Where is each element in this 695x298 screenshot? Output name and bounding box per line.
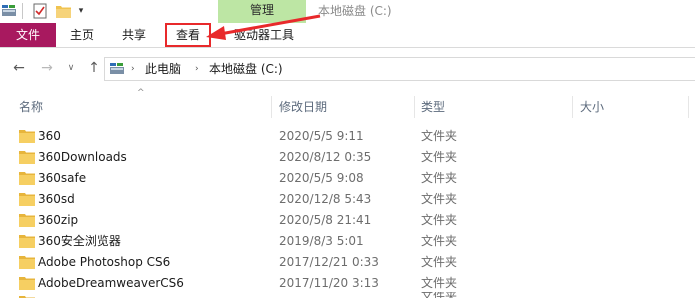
window-title: 本地磁盘 (C:)	[318, 4, 392, 18]
sort-ascending-icon: ^	[137, 88, 145, 98]
tab-share[interactable]: 共享	[112, 23, 156, 47]
file-type: 文件夹	[421, 150, 458, 164]
back-arrow-icon[interactable]: ←	[11, 60, 27, 76]
new-folder-icon[interactable]	[56, 4, 71, 18]
folder-icon	[19, 193, 35, 206]
up-arrow-icon[interactable]: ↑	[86, 60, 102, 76]
file-date: 2017/12/21 0:33	[279, 255, 379, 269]
file-name: 360sd	[38, 192, 75, 206]
file-name: Adobe Photoshop CS6	[38, 255, 171, 269]
list-item[interactable]: 360 2020/5/5 9:11 文件夹	[0, 126, 695, 147]
column-header: ^ 名称 修改日期 类型 大小	[0, 88, 695, 120]
annotation-arrow-icon	[206, 14, 321, 40]
title-bar: ▾ 管理 本地磁盘 (C:)	[0, 0, 695, 23]
breadcrumb-local-disk[interactable]: 本地磁盘 (C:)	[209, 58, 283, 80]
list-item[interactable]: 360sd 2020/12/8 5:43 文件夹	[0, 189, 695, 210]
list-item[interactable]: 360zip 2020/5/8 21:41 文件夹	[0, 210, 695, 231]
navigation-bar: ← → ∨ ↑ › 此电脑 › 本地磁盘 (C:)	[0, 48, 695, 88]
file-date: 2020/8/12 0:35	[279, 150, 372, 164]
column-divider[interactable]	[572, 96, 573, 118]
file-date: 2020/5/5 9:08	[279, 171, 364, 185]
customize-quick-access-icon[interactable]: ▾	[76, 4, 86, 18]
file-type: 文件夹	[421, 129, 458, 143]
file-name: AdobeDreamweaverCS6	[38, 276, 184, 290]
recent-locations-chevron-icon[interactable]: ∨	[66, 60, 76, 76]
file-name: 360	[38, 129, 61, 143]
file-date: 2019/8/3 5:01	[279, 234, 364, 248]
folder-icon	[19, 172, 35, 185]
list-item[interactable]: 360safe 2020/5/5 9:08 文件夹	[0, 168, 695, 189]
file-name: 360zip	[38, 213, 79, 227]
file-type: 文件夹	[421, 255, 458, 269]
column-name[interactable]: 名称	[19, 98, 43, 116]
folder-icon	[19, 214, 35, 227]
tab-view[interactable]: 查看	[165, 23, 211, 47]
breadcrumb-separator-icon[interactable]: ›	[195, 58, 199, 80]
forward-arrow-icon[interactable]: →	[39, 60, 55, 76]
list-item[interactable]: AdobeDreamweaverCS6 2017/11/20 3:13 文件夹	[0, 273, 695, 294]
file-date: 2020/12/8 5:43	[279, 192, 372, 206]
quick-access-separator	[22, 3, 23, 19]
tab-home[interactable]: 主页	[60, 23, 104, 47]
column-divider[interactable]	[414, 96, 415, 118]
file-name: 360safe	[38, 171, 87, 185]
file-type: 文件夹	[421, 171, 458, 185]
file-type: 文件夹	[421, 292, 457, 298]
folder-icon	[19, 277, 35, 290]
list-item[interactable]: 文件夹	[0, 292, 695, 298]
file-type: 文件夹	[421, 276, 458, 290]
file-type: 文件夹	[421, 234, 458, 248]
column-divider[interactable]	[271, 96, 272, 118]
breadcrumb-separator-icon[interactable]: ›	[131, 58, 135, 80]
folder-icon	[19, 256, 35, 269]
column-divider[interactable]	[688, 96, 689, 118]
file-date: 2020/5/8 21:41	[279, 213, 372, 227]
list-item[interactable]: Adobe Photoshop CS6 2017/12/21 0:33 文件夹	[0, 252, 695, 273]
file-type: 文件夹	[421, 213, 458, 227]
drive-icon[interactable]	[2, 5, 16, 17]
folder-icon	[19, 235, 35, 248]
folder-icon	[19, 151, 35, 164]
file-type: 文件夹	[421, 192, 458, 206]
list-item[interactable]: 360安全浏览器 2019/8/3 5:01 文件夹	[0, 231, 695, 252]
file-name: 360Downloads	[38, 150, 127, 164]
column-date-modified[interactable]: 修改日期	[279, 98, 327, 116]
column-type[interactable]: 类型	[421, 98, 445, 116]
file-name: 360安全浏览器	[38, 234, 121, 248]
breadcrumb-this-pc[interactable]: 此电脑	[145, 58, 181, 80]
address-bar[interactable]: › 此电脑 › 本地磁盘 (C:)	[104, 57, 695, 81]
properties-icon[interactable]	[33, 3, 47, 19]
list-item[interactable]: 360Downloads 2020/8/12 0:35 文件夹	[0, 147, 695, 168]
column-size[interactable]: 大小	[580, 98, 604, 116]
file-date: 2017/11/20 3:13	[279, 276, 379, 290]
drive-icon	[110, 63, 124, 74]
ribbon-tabs: 文件 主页 共享 查看 驱动器工具	[0, 23, 695, 48]
file-date: 2020/5/5 9:11	[279, 129, 364, 143]
tab-file[interactable]: 文件	[0, 23, 56, 47]
folder-icon	[19, 130, 35, 143]
